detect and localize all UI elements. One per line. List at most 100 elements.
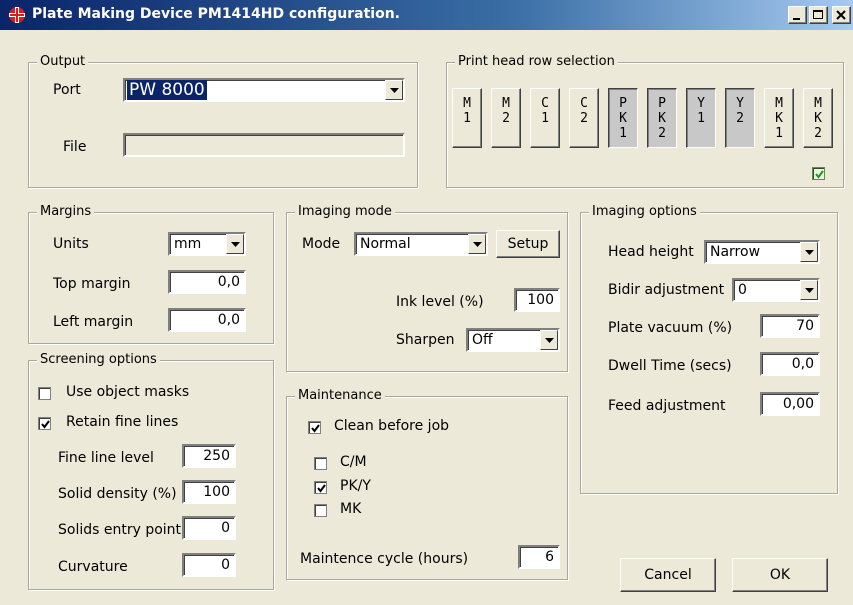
margins-legend: Margins: [37, 204, 95, 219]
head-height-value: Narrow: [710, 244, 761, 260]
chevron-down-icon: [231, 242, 240, 247]
cm-checkbox[interactable]: [314, 457, 327, 470]
checkmark-icon: [815, 170, 824, 179]
port-label: Port: [53, 82, 81, 98]
mk-checkbox[interactable]: [314, 504, 327, 517]
ink-level-label: Ink level (%): [396, 294, 484, 310]
print-head-button[interactable]: P K 1: [608, 88, 638, 148]
use-object-masks-checkbox[interactable]: [38, 387, 51, 400]
title-bar[interactable]: Plate Making Device PM1414HD configurati…: [0, 0, 853, 30]
sharpen-label: Sharpen: [396, 332, 455, 348]
chevron-down-icon: [473, 242, 482, 247]
ink-level-input[interactable]: 100: [514, 288, 560, 312]
mode-label: Mode: [302, 236, 341, 252]
mode-dropdown-button[interactable]: [468, 234, 486, 254]
print-head-legend: Print head row selection: [455, 54, 618, 69]
feed-adjustment-label: Feed adjustment: [608, 398, 726, 414]
file-label: File: [63, 139, 87, 155]
ok-button[interactable]: OK: [732, 558, 828, 592]
mk-label: MK: [340, 501, 362, 517]
bidir-adjustment-value: 0: [738, 282, 747, 298]
head-height-select[interactable]: Narrow: [704, 240, 820, 264]
output-legend: Output: [37, 54, 89, 69]
setup-button[interactable]: Setup: [496, 230, 560, 258]
window-title: Plate Making Device PM1414HD configurati…: [32, 6, 400, 22]
mk2-checkbox[interactable]: [812, 167, 825, 180]
print-head-button[interactable]: Y 2: [725, 88, 755, 148]
pky-label: PK/Y: [340, 478, 371, 494]
print-head-button[interactable]: M K 1: [764, 88, 794, 148]
print-head-button[interactable]: M 2: [491, 88, 521, 148]
top-margin-input[interactable]: 0,0: [168, 270, 246, 294]
port-value: PW 8000: [127, 80, 207, 100]
maintenance-cycle-label: Maintence cycle (hours): [300, 551, 469, 567]
solids-entry-point-label: Solids entry point: [58, 522, 182, 538]
imaging-mode-legend: Imaging mode: [295, 204, 395, 219]
chevron-down-icon: [545, 338, 554, 343]
cancel-button[interactable]: Cancel: [620, 558, 716, 592]
app-icon: [9, 7, 25, 23]
pky-checkbox[interactable]: [314, 481, 327, 494]
units-value: mm: [174, 236, 202, 252]
mode-select[interactable]: Normal: [354, 232, 488, 256]
bidir-adjustment-label: Bidir adjustment: [608, 282, 725, 298]
fine-line-level-label: Fine line level: [58, 450, 154, 466]
units-label: Units: [53, 236, 89, 252]
port-select[interactable]: PW 8000: [123, 78, 405, 102]
maintenance-cycle-input[interactable]: 6: [518, 545, 560, 569]
maximize-icon: [813, 10, 823, 19]
solid-density-label: Solid density (%): [58, 486, 177, 502]
maximize-button[interactable]: [809, 6, 828, 24]
units-select[interactable]: mm: [168, 232, 246, 256]
plate-vacuum-input[interactable]: 70: [760, 314, 820, 338]
use-object-masks-label: Use object masks: [66, 384, 190, 400]
checkmark-icon: [317, 484, 326, 493]
screening-legend: Screening options: [37, 352, 160, 367]
print-head-button[interactable]: P K 2: [647, 88, 677, 148]
head-height-dropdown-button[interactable]: [800, 242, 818, 262]
print-head-button[interactable]: C 2: [569, 88, 599, 148]
print-head-button[interactable]: M K 2: [803, 88, 833, 148]
dwell-time-input[interactable]: 0,0: [760, 352, 820, 376]
imaging-options-legend: Imaging options: [589, 204, 700, 219]
curvature-label: Curvature: [58, 559, 128, 575]
head-height-label: Head height: [608, 244, 694, 260]
file-field[interactable]: [123, 133, 405, 157]
print-head-button[interactable]: M 1: [452, 88, 482, 148]
sharpen-dropdown-button[interactable]: [540, 330, 558, 350]
solid-density-input[interactable]: 100: [182, 480, 236, 504]
print-head-button[interactable]: Y 1: [686, 88, 716, 148]
left-margin-label: Left margin: [53, 314, 134, 330]
close-icon: [836, 10, 846, 20]
checkmark-icon: [41, 420, 50, 429]
chevron-down-icon: [390, 88, 399, 93]
curvature-input[interactable]: 0: [182, 553, 236, 577]
clean-before-job-label: Clean before job: [334, 418, 450, 434]
minimize-icon: [793, 18, 800, 20]
bidir-adjustment-select[interactable]: 0: [732, 278, 820, 302]
sharpen-select[interactable]: Off: [466, 328, 560, 352]
maintenance-legend: Maintenance: [295, 388, 385, 403]
retain-fine-lines-label: Retain fine lines: [66, 414, 179, 430]
close-button[interactable]: [832, 6, 851, 24]
units-dropdown-button[interactable]: [226, 234, 244, 254]
top-margin-label: Top margin: [53, 276, 131, 292]
chevron-down-icon: [805, 288, 814, 293]
chevron-down-icon: [805, 250, 814, 255]
cm-label: C/M: [340, 454, 367, 470]
solids-entry-point-input[interactable]: 0: [182, 516, 236, 540]
fine-line-level-input[interactable]: 250: [182, 444, 236, 468]
retain-fine-lines-checkbox[interactable]: [38, 417, 51, 430]
minimize-button[interactable]: [788, 6, 807, 24]
plate-vacuum-label: Plate vacuum (%): [608, 320, 733, 336]
checkmark-icon: [311, 424, 320, 433]
mode-value: Normal: [360, 236, 411, 252]
left-margin-input[interactable]: 0,0: [168, 308, 246, 332]
feed-adjustment-input[interactable]: 0,00: [760, 392, 820, 416]
bidir-dropdown-button[interactable]: [800, 280, 818, 300]
dwell-time-label: Dwell Time (secs): [608, 358, 732, 374]
port-dropdown-button[interactable]: [385, 80, 403, 100]
config-dialog: Plate Making Device PM1414HD configurati…: [0, 0, 853, 605]
print-head-button[interactable]: C 1: [530, 88, 560, 148]
clean-before-job-checkbox[interactable]: [308, 421, 321, 434]
